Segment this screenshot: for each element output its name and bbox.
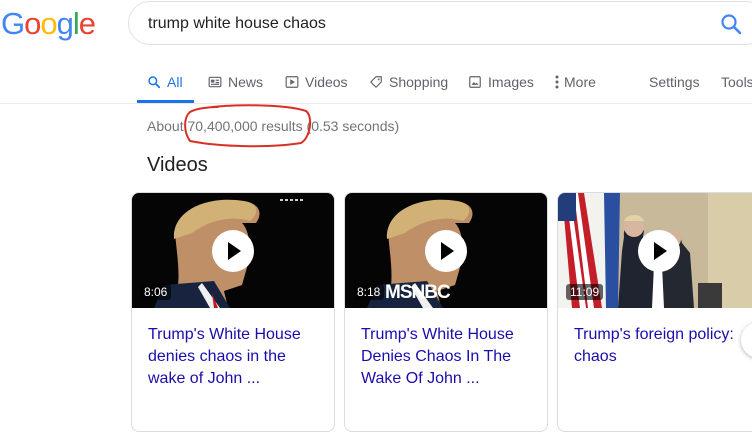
play-button[interactable] [425,229,467,272]
tab-label: More [564,74,596,90]
search-box[interactable] [128,1,752,45]
videos-heading: Videos [147,154,208,176]
search-icon [147,75,161,89]
search-icon [721,14,742,35]
logo-letter: o [24,6,41,41]
video-title-link[interactable]: Trump's White House denies chaos in the … [148,324,320,390]
video-duration: 8:06 [140,284,172,300]
tab-label: Videos [305,74,348,90]
more-vert-icon [554,75,560,89]
result-stats: About 70,400,000 results (0.53 seconds) [147,118,400,134]
search-button[interactable] [719,12,743,36]
tab-news[interactable]: News [208,62,263,102]
play-button[interactable] [212,229,254,272]
logo-letter: e [78,6,96,41]
video-title-link[interactable]: Trump's foreign policy: chaos [574,324,746,368]
video-thumbnail: 11:09 [558,193,752,308]
tab-label: Images [488,74,534,90]
tab-all[interactable]: All [147,62,183,102]
settings-label: Settings [649,74,700,90]
tag-icon [369,75,383,89]
image-icon [468,75,482,89]
news-icon [208,75,222,89]
logo-letter: G [1,6,25,41]
tab-label: All [167,74,183,90]
logo-letter: g [56,6,74,41]
tab-more[interactable]: More [554,62,596,102]
video-thumbnail: 8:06 [132,193,334,308]
video-thumbnail: 8:18 MSNBC [345,193,547,308]
header-divider [0,103,752,104]
play-icon [285,75,299,89]
google-logo[interactable]: Google [1,4,96,44]
video-duration: 11:09 [566,284,604,300]
video-title-link[interactable]: Trump's White House Denies Chaos In The … [361,324,533,390]
tools-label: Tools [721,74,752,90]
msnbc-logo: MSNBC [385,282,451,303]
tab-images[interactable]: Images [468,62,534,102]
logo-letter: o [40,6,57,41]
tab-videos[interactable]: Videos [285,62,348,102]
tab-shopping[interactable]: Shopping [369,62,448,102]
video-card[interactable]: 11:09 Trump's foreign policy: chaos [557,192,752,432]
video-card[interactable]: 8:06 Trump's White House denies chaos in… [131,192,335,432]
tab-label: Shopping [389,74,449,90]
search-input[interactable] [148,13,708,35]
tools-link[interactable]: Tools [721,62,752,102]
video-duration: 8:18 [353,284,385,300]
settings-link[interactable]: Settings [649,62,700,102]
tab-label: News [228,74,264,90]
play-button[interactable] [638,229,680,272]
video-card[interactable]: 8:18 MSNBC Trump's White House Denies Ch… [344,192,548,432]
